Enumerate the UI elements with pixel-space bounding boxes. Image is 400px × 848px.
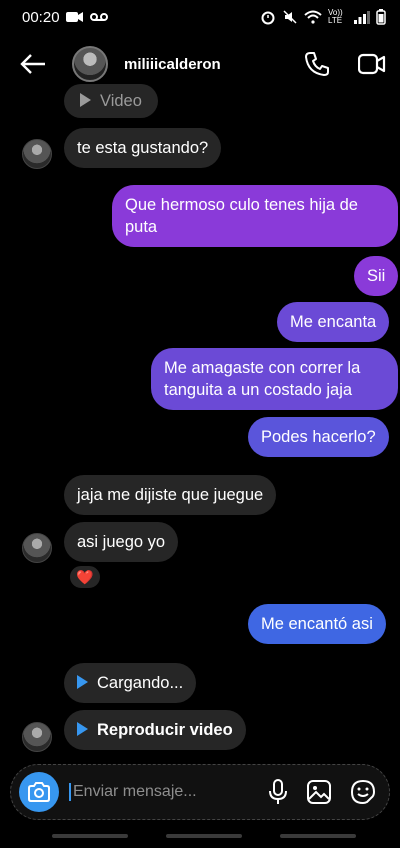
chat-header: miliiicalderon (0, 36, 400, 92)
status-bar: 00:20 Vo)) LTE (0, 0, 400, 34)
message-input[interactable] (69, 783, 239, 801)
message-sent[interactable]: Me amagaste con correr la tanguita a un c… (151, 348, 398, 410)
sender-avatar (22, 722, 52, 752)
camera-icon (28, 782, 50, 802)
microphone-icon[interactable] (269, 779, 287, 805)
battery-icon (376, 9, 386, 25)
alarm-icon (261, 11, 275, 25)
message-received[interactable]: te esta gustando? (64, 128, 222, 168)
signal-icon (354, 10, 370, 24)
wifi-icon (304, 10, 322, 24)
message-received[interactable]: asi juego yo (64, 522, 179, 562)
camera-button[interactable] (19, 772, 59, 812)
system-nav-bar (0, 834, 400, 840)
phone-icon[interactable] (304, 51, 330, 77)
mute-icon (283, 10, 297, 24)
message-composer (10, 764, 390, 820)
back-arrow-icon (20, 54, 45, 74)
back-button[interactable] (16, 47, 50, 81)
message-sent[interactable]: Podes hacerlo? (248, 417, 389, 457)
message-received[interactable]: jaja me dijiste que juegue (64, 475, 277, 515)
nav-home[interactable] (166, 834, 242, 838)
heart-reaction[interactable]: ❤️ (68, 564, 102, 590)
sticker-icon[interactable] (351, 780, 375, 804)
message-sent[interactable]: Me encantó asi (248, 604, 386, 644)
sender-avatar (22, 139, 52, 169)
voicemail-icon (89, 13, 108, 21)
message-sent[interactable]: Me encanta (277, 302, 390, 342)
video-call-icon[interactable] (358, 53, 386, 75)
play-video-message[interactable]: Reproducir video (64, 710, 246, 750)
gallery-icon[interactable] (307, 780, 331, 804)
play-icon (80, 93, 91, 107)
play-icon (77, 675, 88, 689)
username[interactable]: miliiicalderon (124, 56, 221, 73)
loading-video-message[interactable]: Cargando... (64, 663, 197, 703)
message-sent[interactable]: Que hermoso culo tenes hija de puta (112, 185, 398, 247)
video-record-icon (65, 12, 83, 22)
play-icon (77, 722, 88, 736)
sender-avatar (22, 533, 52, 563)
nav-recent[interactable] (52, 834, 128, 838)
network-label: Vo)) LTE (328, 8, 343, 25)
status-time: 00:20 (22, 8, 60, 26)
profile-avatar[interactable] (72, 46, 108, 82)
video-message-top[interactable]: Video (64, 84, 158, 118)
nav-back[interactable] (280, 834, 356, 838)
message-sent[interactable]: Sii (354, 256, 399, 296)
